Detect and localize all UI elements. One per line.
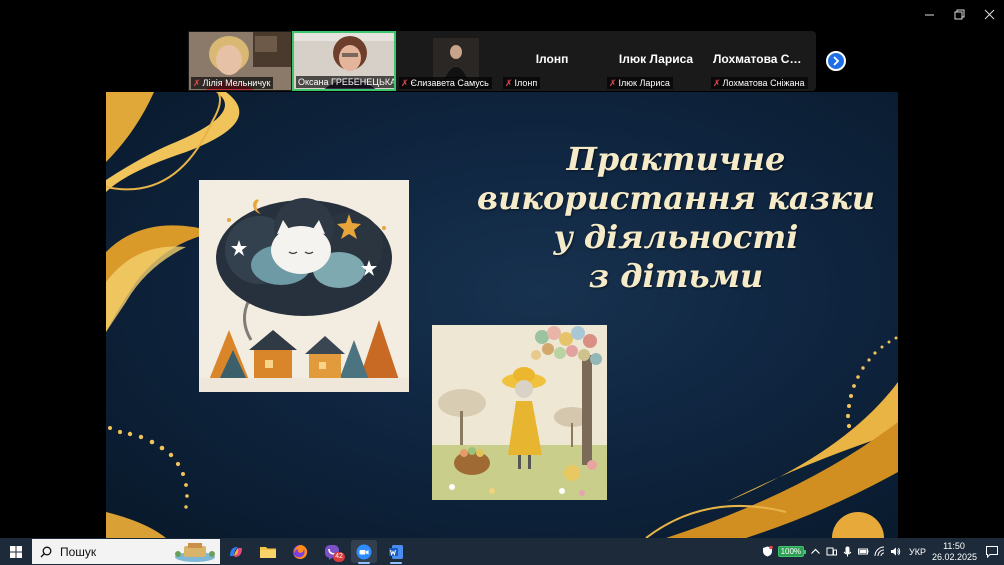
shared-slide: Практичне використання казки у діяльност… <box>106 92 898 538</box>
slide-illustration-girl-balloons <box>432 325 607 500</box>
slide-title: Практичне використання казки у діяльност… <box>477 140 875 295</box>
word-icon <box>389 544 403 559</box>
windows-logo-icon <box>10 545 22 558</box>
mic-muted-icon: ✗ <box>609 78 617 88</box>
participant-name-label: Оксана ГРЕБЕНЕЦЬКА ЗД... <box>296 76 396 88</box>
participant-name-label: ✗ Ілюк Лариса <box>607 77 673 89</box>
participant-display-name: Ілюк Лариса <box>618 52 694 66</box>
window-controls <box>914 0 1004 28</box>
close-icon <box>984 9 994 19</box>
next-participants-button[interactable] <box>826 51 846 71</box>
taskbar-app-viber[interactable]: 42 <box>316 538 348 565</box>
mic-muted-icon: ✗ <box>505 78 513 88</box>
battery-indicator[interactable]: 100% <box>777 546 807 557</box>
firefox-icon <box>293 544 308 559</box>
wifi-icon <box>874 546 884 557</box>
slide-illustration-night-cat <box>199 180 409 392</box>
tray-volume[interactable] <box>887 538 903 565</box>
search-label: Пошук <box>60 544 97 559</box>
chevron-up-icon <box>810 548 820 554</box>
taskbar-app-zoom[interactable] <box>348 538 380 565</box>
search-icon <box>40 546 52 557</box>
tray-microphone[interactable] <box>839 538 855 565</box>
input-language[interactable]: УКР <box>903 547 932 557</box>
taskbar-search-box[interactable]: Пошук <box>32 539 220 564</box>
participant-tile[interactable]: Ілонп ✗ Ілонп <box>500 31 604 91</box>
taskbar-clock[interactable]: 11:50 26.02.2025 <box>932 540 978 563</box>
folder-icon <box>260 546 276 558</box>
participant-display-name: Лохматова Сні... <box>713 52 811 66</box>
participant-display-name: Ілонп <box>535 52 569 66</box>
start-button[interactable] <box>0 538 32 565</box>
tray-overflow-button[interactable] <box>807 538 823 565</box>
clock-date: 26.02.2025 <box>932 551 978 562</box>
close-button[interactable] <box>974 0 1004 28</box>
participant-name-label: ✗ Лілія Мельничук <box>191 77 274 89</box>
minimize-icon <box>924 14 934 15</box>
restore-icon <box>954 9 964 19</box>
zoom-icon <box>356 544 372 559</box>
taskbar-app-firefox[interactable] <box>284 538 316 565</box>
participant-name-label: ✗ Ілонп <box>503 77 541 89</box>
taskbar-app-word[interactable] <box>380 538 412 565</box>
tray-battery[interactable] <box>855 538 871 565</box>
copilot-icon <box>230 546 242 557</box>
notification-count-badge: 42 <box>333 552 345 562</box>
microphone-icon <box>843 546 851 557</box>
participant-tile[interactable]: Ілюк Лариса ✗ Ілюк Лариса <box>604 31 708 91</box>
participant-tile[interactable]: ✗ Лілія Мельничук <box>188 31 292 91</box>
mic-muted-icon: ✗ <box>713 78 721 88</box>
participant-tile[interactable]: ✗ Єлизавета Самусь <box>396 31 500 91</box>
phone-link-icon <box>826 547 837 556</box>
taskbar: Пошук 42 100% УКР 11:50 26.02.2025 <box>0 538 1004 565</box>
battery-icon <box>857 548 869 555</box>
clock-time: 11:50 <box>943 540 965 551</box>
system-tray: 100% УКР 11:50 26.02.2025 <box>760 538 1004 565</box>
taskbar-app-copilot[interactable] <box>220 538 252 565</box>
restore-button[interactable] <box>944 0 974 28</box>
taskbar-app-file-explorer[interactable] <box>252 538 284 565</box>
participant-tile[interactable]: Лохматова Сні... ✗ Лохматова Сніжана <box>708 31 812 91</box>
mic-muted-icon: ✗ <box>401 78 409 88</box>
tray-device[interactable] <box>823 538 839 565</box>
participant-name-label: ✗ Лохматова Сніжана <box>711 77 808 89</box>
participant-tile-active-speaker[interactable]: Оксана ГРЕБЕНЕЦЬКА ЗД... <box>292 31 396 91</box>
participant-strip: ✗ Лілія Мельничук Оксана ГРЕБЕНЕЦЬКА ЗД.… <box>188 31 816 91</box>
speaker-icon <box>890 547 900 556</box>
tray-security[interactable] <box>760 538 776 565</box>
mic-muted-icon: ✗ <box>193 78 201 88</box>
shield-icon <box>763 546 773 557</box>
chevron-right-icon <box>833 56 840 66</box>
chat-bubble-icon <box>986 545 998 558</box>
notification-center-button[interactable] <box>980 538 1004 565</box>
tray-network[interactable] <box>871 538 887 565</box>
participant-name-label: ✗ Єлизавета Самусь <box>399 77 492 89</box>
minimize-button[interactable] <box>914 0 944 28</box>
search-highlight-icon <box>175 543 215 562</box>
